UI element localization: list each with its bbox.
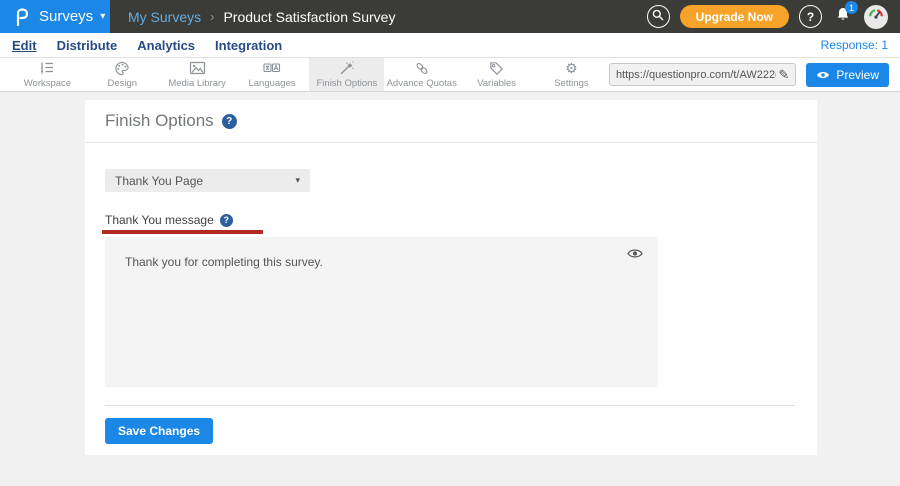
content-area: Finish Options ? Thank You Page ▾ Thank … — [0, 92, 900, 485]
breadcrumb-current-survey: Product Satisfaction Survey — [223, 9, 395, 25]
tool-variables-label: Variables — [477, 78, 516, 89]
edit-toolbar: Workspace Design Media Library — [0, 58, 900, 92]
tab-analytics[interactable]: Analytics — [137, 38, 195, 53]
tab-distribute[interactable]: Distribute — [57, 38, 118, 53]
thank-you-message-text: Thank you for completing this survey. — [125, 255, 323, 269]
finish-type-selected-value: Thank You Page — [115, 174, 203, 188]
notifications-button[interactable]: 1 — [832, 5, 854, 28]
image-icon — [189, 61, 206, 76]
finish-type-select[interactable]: Thank You Page ▾ — [105, 169, 310, 192]
breadcrumb: My Surveys › Product Satisfaction Survey — [128, 9, 395, 25]
message-label-row: Thank You message ? — [105, 213, 797, 227]
response-count[interactable]: Response: 1 — [821, 38, 888, 52]
tool-variables[interactable]: Variables — [459, 58, 534, 91]
breadcrumb-my-surveys[interactable]: My Surveys — [128, 9, 201, 25]
question-mark-icon: ? — [807, 10, 814, 24]
chevron-down-icon: ▾ — [100, 11, 105, 22]
tool-design[interactable]: Design — [85, 58, 160, 91]
eye-icon — [816, 70, 830, 80]
search-button[interactable] — [647, 5, 670, 28]
thank-you-message-label: Thank You message — [105, 213, 214, 227]
tab-edit[interactable]: Edit — [12, 38, 37, 53]
topbar-actions: Upgrade Now ? 1 — [647, 5, 888, 29]
magic-wand-icon — [339, 61, 354, 76]
preview-button-label: Preview — [836, 68, 879, 82]
thank-you-message-help-icon[interactable]: ? — [220, 214, 233, 227]
tool-finish-options-label: Finish Options — [317, 78, 378, 89]
upgrade-now-button[interactable]: Upgrade Now — [680, 5, 789, 28]
search-icon — [652, 9, 664, 24]
surveys-menu[interactable]: Surveys ▾ — [0, 0, 110, 33]
tool-workspace[interactable]: Workspace — [10, 58, 85, 91]
tool-media-library-label: Media Library — [168, 78, 226, 89]
section-divider — [105, 405, 795, 406]
workspace-icon — [39, 61, 55, 76]
tool-finish-options[interactable]: Finish Options — [309, 58, 384, 91]
page-title: Finish Options — [105, 111, 214, 131]
finish-options-card: Finish Options ? Thank You Page ▾ Thank … — [85, 100, 817, 455]
notification-count-badge: 1 — [845, 1, 858, 14]
tool-workspace-label: Workspace — [24, 78, 71, 89]
thank-you-message-textarea[interactable]: Thank you for completing this survey. — [105, 237, 658, 387]
chevron-down-icon: ▾ — [295, 175, 300, 186]
product-menu-label: Surveys — [39, 8, 93, 25]
tool-settings[interactable]: ⚙ Settings — [534, 58, 609, 91]
tab-integration[interactable]: Integration — [215, 38, 282, 53]
breadcrumb-separator-icon: › — [210, 9, 214, 24]
finish-options-help-icon[interactable]: ? — [222, 114, 237, 129]
tool-settings-label: Settings — [554, 78, 588, 89]
tool-languages[interactable]: Languages — [235, 58, 310, 91]
tool-languages-label: Languages — [248, 78, 295, 89]
translate-icon — [263, 61, 281, 76]
palette-icon — [114, 61, 130, 76]
preview-button[interactable]: Preview — [806, 63, 889, 87]
gauge-icon — [867, 5, 885, 28]
survey-nav: Edit Distribute Analytics Integration Re… — [0, 33, 900, 58]
save-changes-button[interactable]: Save Changes — [105, 418, 213, 444]
tag-icon — [489, 61, 504, 76]
tool-design-label: Design — [108, 78, 138, 89]
topbar: Surveys ▾ My Surveys › Product Satisfact… — [0, 0, 900, 33]
avatar[interactable] — [864, 5, 888, 29]
questionpro-logo-icon — [13, 8, 30, 26]
tool-media-library[interactable]: Media Library — [160, 58, 235, 91]
edit-url-icon[interactable]: ✎ — [778, 67, 789, 83]
message-preview-eye-icon[interactable] — [627, 246, 643, 264]
annotation-red-underline — [102, 230, 263, 234]
tool-advance-quotas-label: Advance Quotas — [387, 78, 457, 89]
chain-links-icon — [414, 61, 430, 76]
tool-advance-quotas[interactable]: Advance Quotas — [384, 58, 459, 91]
survey-url-field: ✎ — [609, 63, 796, 86]
survey-url-input[interactable] — [616, 69, 776, 81]
help-button[interactable]: ? — [799, 5, 822, 28]
card-header: Finish Options ? — [85, 100, 817, 143]
gear-icon: ⚙ — [565, 61, 578, 76]
card-body: Thank You Page ▾ Thank You message ? Tha… — [85, 143, 817, 444]
